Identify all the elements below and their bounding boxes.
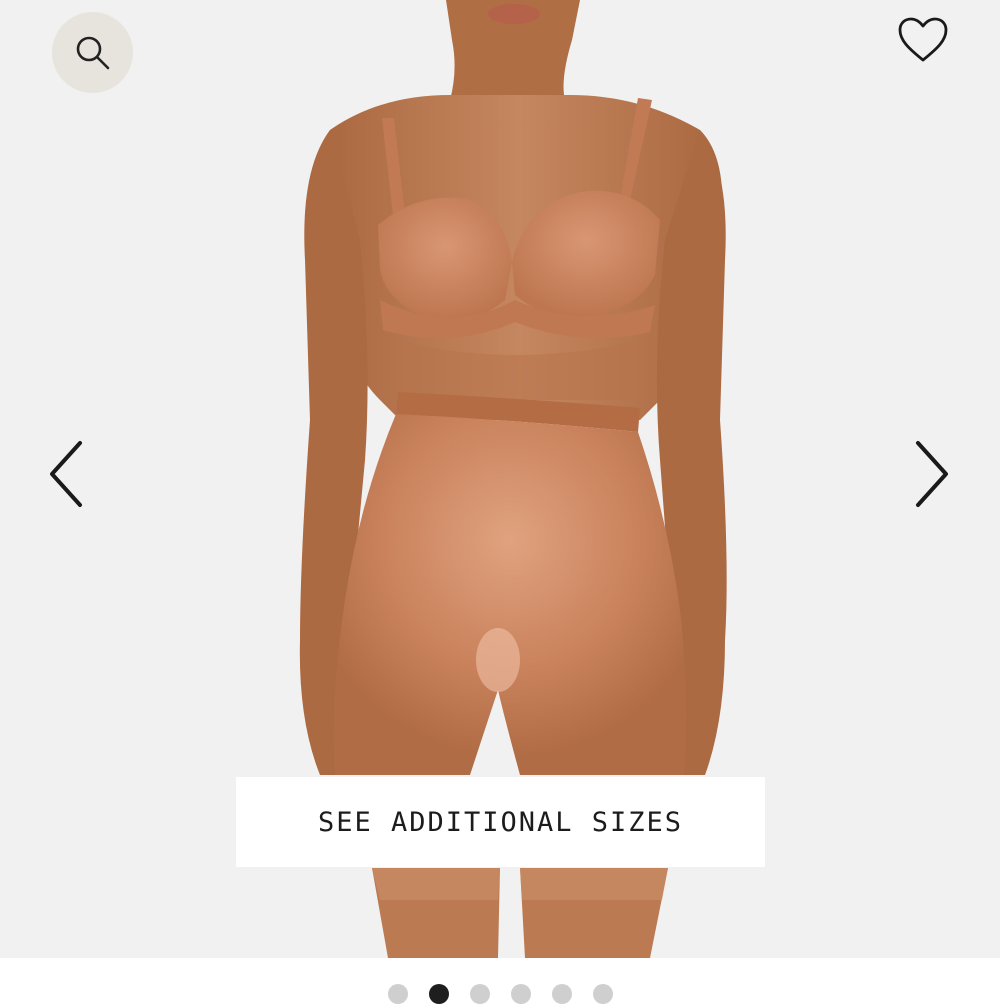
carousel-dot-3[interactable] [469,984,490,1004]
chevron-left-icon [50,441,82,507]
carousel-dot-5[interactable] [551,984,572,1004]
carousel-dot-6[interactable] [592,984,613,1004]
search-icon [76,36,109,69]
previous-image-button[interactable] [36,432,96,516]
carousel-dot-2[interactable] [428,984,449,1004]
carousel-dot-1[interactable] [387,984,408,1004]
next-image-button[interactable] [902,432,962,516]
wishlist-button[interactable] [893,10,953,70]
search-button[interactable] [52,12,133,93]
product-image-gallery[interactable]: SEE ADDITIONAL SIZES [0,0,1000,958]
carousel-pagination [0,958,1000,1004]
carousel-dot-4[interactable] [510,984,531,1004]
chevron-right-icon [916,441,948,507]
see-additional-sizes-button[interactable]: SEE ADDITIONAL SIZES [236,777,765,867]
heart-outline-icon [898,17,948,62]
